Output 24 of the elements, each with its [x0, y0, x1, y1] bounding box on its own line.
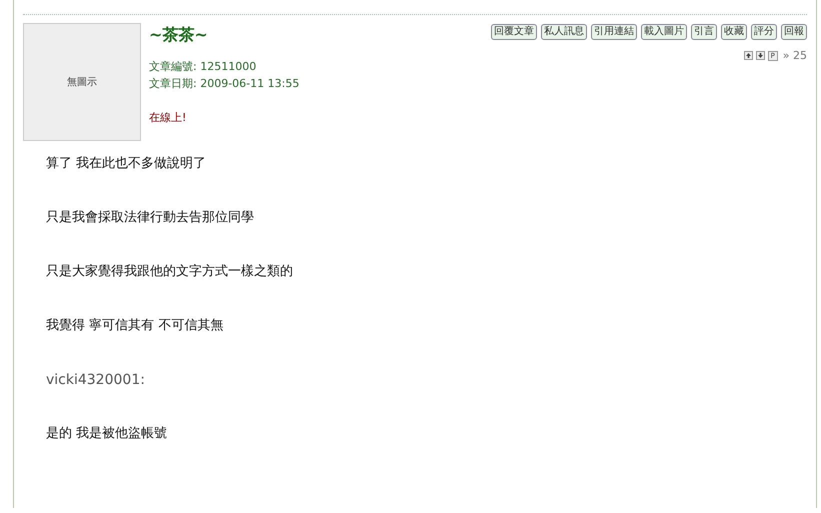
online-status: 在線上! [149, 110, 188, 125]
post-text: 只是我會採取法律行動去告那位同學 [46, 209, 255, 227]
up-arrow-icon[interactable] [744, 51, 753, 60]
post-text: 算了 我在此也不多做說明了 [46, 155, 208, 173]
meta-value: 12511000 [200, 60, 256, 73]
floor-number: » 25 [782, 49, 807, 62]
down-arrow-icon[interactable] [756, 51, 765, 60]
post-action-button[interactable]: 引言 [691, 24, 717, 40]
post-action-button[interactable]: 引用連結 [591, 24, 637, 40]
post-text: 只是大家覺得我跟他的文字方式一樣之類的 [46, 263, 294, 281]
post-action-button[interactable]: 回覆文章 [491, 24, 537, 40]
meta-value: 2009-06-11 13:55 [200, 77, 300, 90]
post-text: 我覺得 寧可信其有 不可信其無 [46, 317, 224, 335]
post-action-button[interactable]: 載入圖片 [641, 24, 687, 40]
post-action-button[interactable]: 回報 [781, 24, 807, 40]
post-action-button[interactable]: 評分 [751, 24, 777, 40]
post-action-button[interactable]: 私人訊息 [541, 24, 587, 40]
meta-label: 文章編號: [149, 60, 197, 73]
meta-label: 文章日期: [149, 77, 197, 90]
quoted-user: vicki4320001: [46, 371, 146, 390]
author-name[interactable]: ~茶茶~ [149, 25, 300, 46]
avatar-text: 無圖示 [67, 76, 97, 89]
post-text: 是的 我是被他盜帳號 [46, 425, 168, 443]
post-action-button[interactable]: 收藏 [721, 24, 747, 40]
